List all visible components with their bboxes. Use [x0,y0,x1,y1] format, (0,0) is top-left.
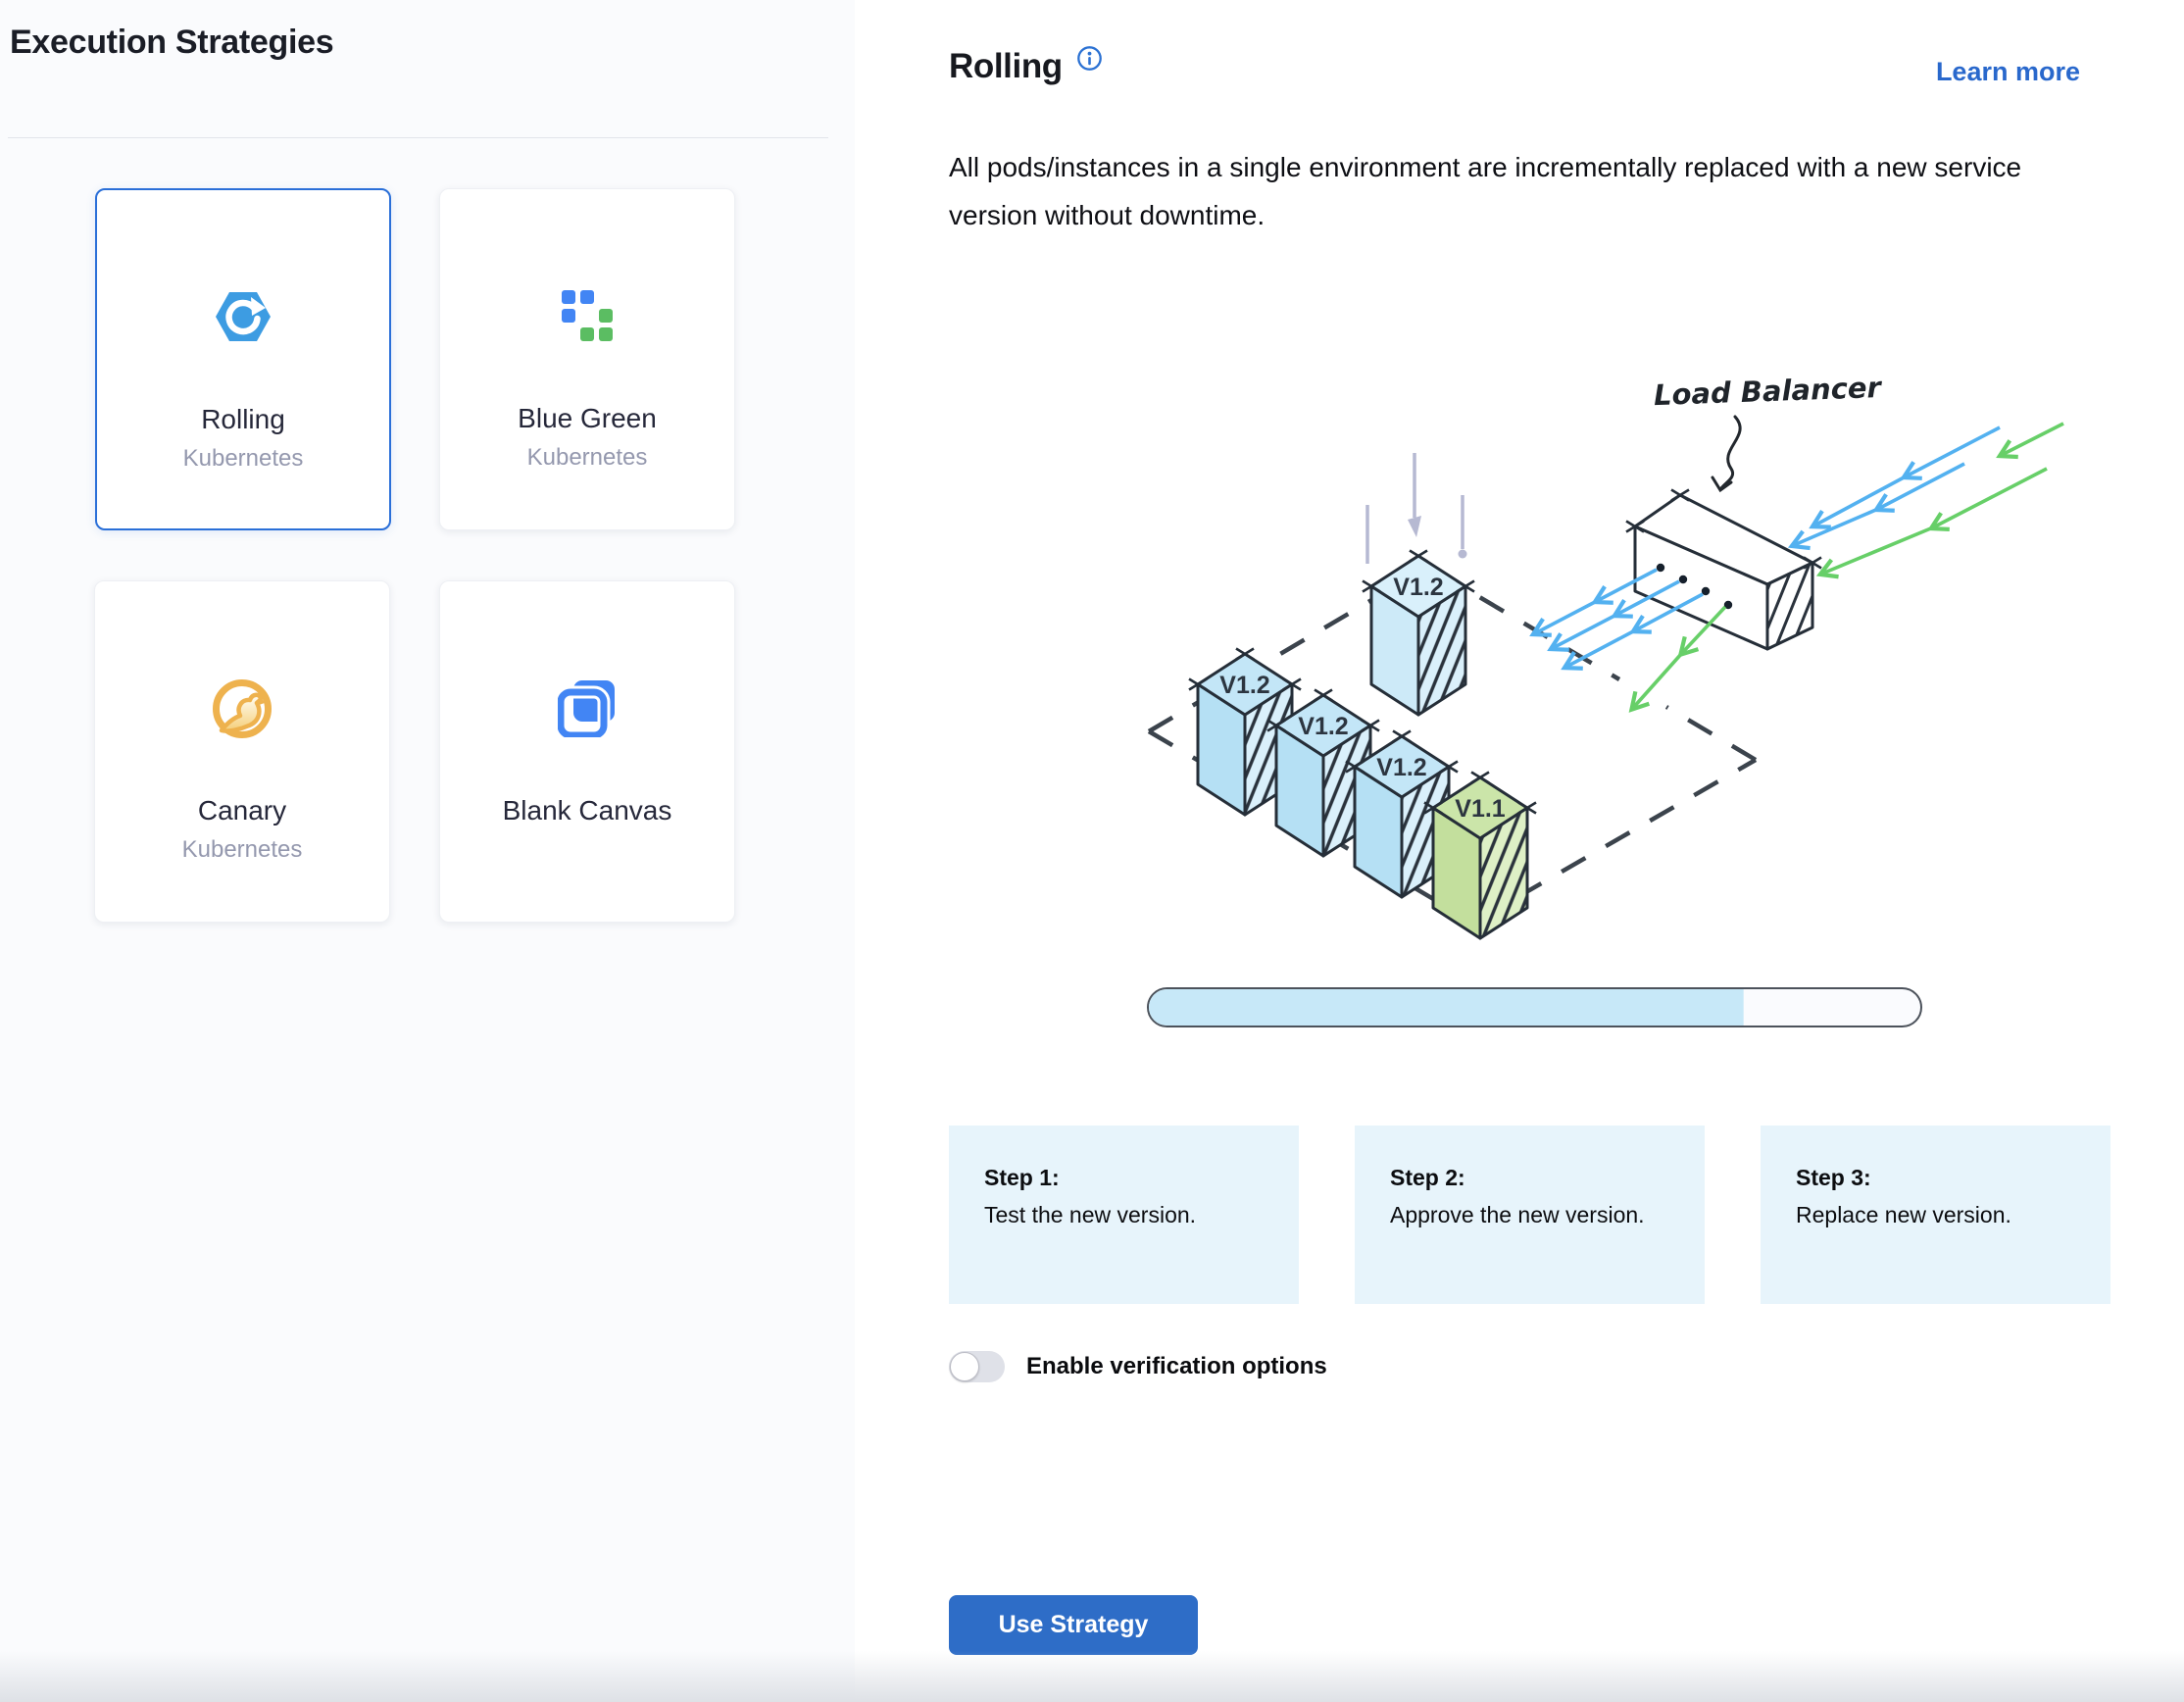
verification-toggle-label: Enable verification options [1026,1353,1327,1380]
rolling-icon [97,284,389,349]
cube-label: V1.2 [1376,754,1426,781]
strategy-card-blank-canvas[interactable]: Blank Canvas [439,580,735,923]
strategy-sidebar: Execution Strategies Rolling Kubernetes … [0,0,855,1702]
rollout-progress-bar [1147,987,1922,1027]
verification-toggle-row: Enable verification options [949,1351,1327,1382]
rollout-progress-fill [1149,989,1744,1026]
strategy-card-title: Blank Canvas [440,795,734,826]
cube-label: V1.2 [1298,713,1348,740]
strategy-card-title: Canary [95,795,389,826]
step-title: Step 3: [1796,1161,2081,1194]
rolling-deployment-illustration: V1.2 V1.2 V1.2 V1.2 V1.1 Load Balancer [1117,324,2117,971]
strategy-card-canary[interactable]: Canary Kubernetes [94,580,390,923]
step-card-3: Step 3: Replace new version. [1761,1126,2110,1304]
strategy-description: All pods/instances in a single environme… [949,143,2101,239]
strategy-card-rolling[interactable]: Rolling Kubernetes [95,188,391,530]
blank-canvas-icon [440,676,734,740]
canary-icon [95,676,389,740]
load-balancer-label: Load Balancer [1653,371,1883,412]
strategy-card-title: Blue Green [440,403,734,434]
strategy-card-platform: Kubernetes [95,836,389,864]
toggle-knob [950,1352,979,1381]
divider [8,137,828,138]
cube-label: V1.1 [1455,795,1506,823]
use-strategy-button[interactable]: Use Strategy [949,1595,1198,1655]
step-description: Approve the new version. [1390,1198,1675,1231]
blue-green-icon [440,283,734,348]
step-card-2: Step 2: Approve the new version. [1355,1126,1705,1304]
step-description: Replace new version. [1796,1198,2081,1231]
step-title: Step 1: [984,1161,1269,1194]
strategy-title: Rolling [949,47,1063,86]
verification-toggle[interactable] [949,1351,1005,1382]
strategy-card-platform: Kubernetes [440,444,734,472]
info-icon[interactable] [1076,45,1103,76]
step-title: Step 2: [1390,1161,1675,1194]
detail-header: Rolling [949,47,1103,86]
strategy-card-blue-green[interactable]: Blue Green Kubernetes [439,188,735,530]
cube-label: V1.2 [1219,672,1269,699]
suspended-cube-label: V1.2 [1393,574,1443,601]
strategy-card-platform: Kubernetes [97,445,389,473]
page-title: Execution Strategies [10,24,333,62]
step-card-1: Step 1: Test the new version. [949,1126,1299,1304]
strategy-detail-panel: Rolling Learn more All pods/instances in… [855,0,2184,1702]
learn-more-link[interactable]: Learn more [1936,57,2080,87]
strategy-card-title: Rolling [97,404,389,435]
step-description: Test the new version. [984,1198,1269,1231]
